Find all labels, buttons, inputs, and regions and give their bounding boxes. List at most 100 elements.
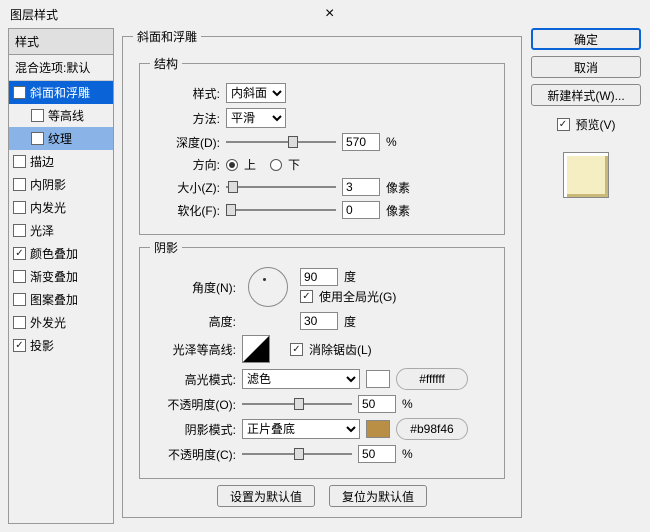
- style-item-11[interactable]: 投影: [9, 334, 113, 357]
- shadow-color-swatch[interactable]: [366, 420, 390, 438]
- angle-input[interactable]: [300, 268, 338, 286]
- style-label-1: 等高线: [48, 107, 84, 124]
- style-label-8: 渐变叠加: [30, 268, 78, 285]
- direction-up-radio[interactable]: [226, 159, 238, 171]
- style-label-0: 斜面和浮雕: [30, 84, 90, 101]
- style-label-10: 外发光: [30, 314, 66, 331]
- size-unit: 像素: [386, 179, 410, 196]
- style-checkbox-10[interactable]: [13, 316, 26, 329]
- depth-input[interactable]: [342, 133, 380, 151]
- style-label-4: 内阴影: [30, 176, 66, 193]
- style-checkbox-4[interactable]: [13, 178, 26, 191]
- style-checkbox-11[interactable]: [13, 339, 26, 352]
- direction-down-radio[interactable]: [270, 159, 282, 171]
- antialias-label: 消除锯齿(L): [309, 341, 372, 358]
- structure-legend: 结构: [150, 55, 182, 72]
- soften-unit: 像素: [386, 202, 410, 219]
- style-item-6[interactable]: 光泽: [9, 219, 113, 242]
- style-checkbox-6[interactable]: [13, 224, 26, 237]
- style-item-5[interactable]: 内发光: [9, 196, 113, 219]
- style-item-7[interactable]: 颜色叠加: [9, 242, 113, 265]
- altitude-label: 高度:: [150, 313, 236, 330]
- reset-default-button[interactable]: 复位为默认值: [329, 485, 427, 507]
- structure-group: 结构 样式: 内斜面 方法: 平滑 深度(D): % 方向:: [139, 55, 505, 235]
- size-input[interactable]: [342, 178, 380, 196]
- style-checkbox-5[interactable]: [13, 201, 26, 214]
- make-default-button[interactable]: 设置为默认值: [217, 485, 315, 507]
- highlight-color-code: #ffffff: [396, 368, 468, 390]
- style-checkbox-8[interactable]: [13, 270, 26, 283]
- style-label-5: 内发光: [30, 199, 66, 216]
- style-label-2: 纹理: [48, 130, 72, 147]
- style-item-0[interactable]: 斜面和浮雕: [9, 81, 113, 104]
- global-light-label: 使用全局光(G): [319, 288, 396, 305]
- style-label-3: 描边: [30, 153, 54, 170]
- ok-button[interactable]: 确定: [531, 28, 641, 50]
- style-item-4[interactable]: 内阴影: [9, 173, 113, 196]
- preview-checkbox[interactable]: [557, 118, 570, 131]
- soften-input[interactable]: [342, 201, 380, 219]
- depth-label: 深度(D):: [150, 134, 220, 151]
- style-item-8[interactable]: 渐变叠加: [9, 265, 113, 288]
- style-checkbox-2[interactable]: [31, 132, 44, 145]
- altitude-input[interactable]: [300, 312, 338, 330]
- style-label-7: 颜色叠加: [30, 245, 78, 262]
- style-item-10[interactable]: 外发光: [9, 311, 113, 334]
- direction-down-label: 下: [288, 156, 300, 173]
- soften-label: 软化(F):: [150, 202, 220, 219]
- style-item-3[interactable]: 描边: [9, 150, 113, 173]
- soften-slider[interactable]: [226, 203, 336, 217]
- direction-up-label: 上: [244, 156, 256, 173]
- shading-group: 阴影 角度(N): 度 使用全局光(G): [139, 239, 505, 479]
- size-label: 大小(Z):: [150, 179, 220, 196]
- style-item-9[interactable]: 图案叠加: [9, 288, 113, 311]
- altitude-unit: 度: [344, 313, 356, 330]
- cancel-button[interactable]: 取消: [531, 56, 641, 78]
- angle-label: 角度(N):: [150, 279, 236, 296]
- close-icon[interactable]: ×: [325, 5, 640, 23]
- size-slider[interactable]: [226, 180, 336, 194]
- depth-slider[interactable]: [226, 135, 336, 149]
- style-checkbox-1[interactable]: [31, 109, 44, 122]
- bevel-group: 斜面和浮雕 结构 样式: 内斜面 方法: 平滑 深度(D): %: [122, 28, 522, 518]
- angle-unit: 度: [344, 268, 356, 285]
- style-checkbox-3[interactable]: [13, 155, 26, 168]
- angle-dial[interactable]: [248, 267, 288, 307]
- highlight-opacity-slider[interactable]: [242, 397, 352, 411]
- gloss-label: 光泽等高线:: [150, 341, 236, 358]
- highlight-opacity-input[interactable]: [358, 395, 396, 413]
- window-title: 图层样式: [10, 6, 325, 23]
- style-label-11: 投影: [30, 337, 54, 354]
- style-checkbox-0[interactable]: [13, 86, 26, 99]
- style-item-1[interactable]: 等高线: [9, 104, 113, 127]
- technique-select[interactable]: 平滑: [226, 108, 286, 128]
- direction-label: 方向:: [150, 156, 220, 173]
- shadow-color-code: #b98f46: [396, 418, 468, 440]
- style-item-2[interactable]: 纹理: [9, 127, 113, 150]
- preview-label: 预览(V): [576, 116, 616, 133]
- highlight-opacity-label: 不透明度(O):: [150, 396, 236, 413]
- shadow-opacity-unit: %: [402, 447, 413, 461]
- style-select[interactable]: 内斜面: [226, 83, 286, 103]
- style-label-9: 图案叠加: [30, 291, 78, 308]
- preview-thumbnail: [563, 152, 609, 198]
- style-checkbox-7[interactable]: [13, 247, 26, 260]
- highlight-mode-select[interactable]: 滤色: [242, 369, 360, 389]
- shadow-opacity-input[interactable]: [358, 445, 396, 463]
- highlight-color-swatch[interactable]: [366, 370, 390, 388]
- shadow-opacity-slider[interactable]: [242, 447, 352, 461]
- antialias-checkbox[interactable]: [290, 343, 303, 356]
- shadow-opacity-label: 不透明度(C):: [150, 446, 236, 463]
- technique-label: 方法:: [150, 110, 220, 127]
- shading-legend: 阴影: [150, 239, 182, 256]
- style-checkbox-9[interactable]: [13, 293, 26, 306]
- gloss-contour[interactable]: [242, 335, 270, 363]
- sidebar-header: 样式: [9, 29, 113, 55]
- new-style-button[interactable]: 新建样式(W)...: [531, 84, 641, 106]
- bevel-legend: 斜面和浮雕: [133, 28, 201, 45]
- shadow-mode-label: 阴影模式:: [150, 421, 236, 438]
- shadow-mode-select[interactable]: 正片叠底: [242, 419, 360, 439]
- style-label-6: 光泽: [30, 222, 54, 239]
- global-light-checkbox[interactable]: [300, 290, 313, 303]
- blend-options[interactable]: 混合选项:默认: [9, 55, 113, 81]
